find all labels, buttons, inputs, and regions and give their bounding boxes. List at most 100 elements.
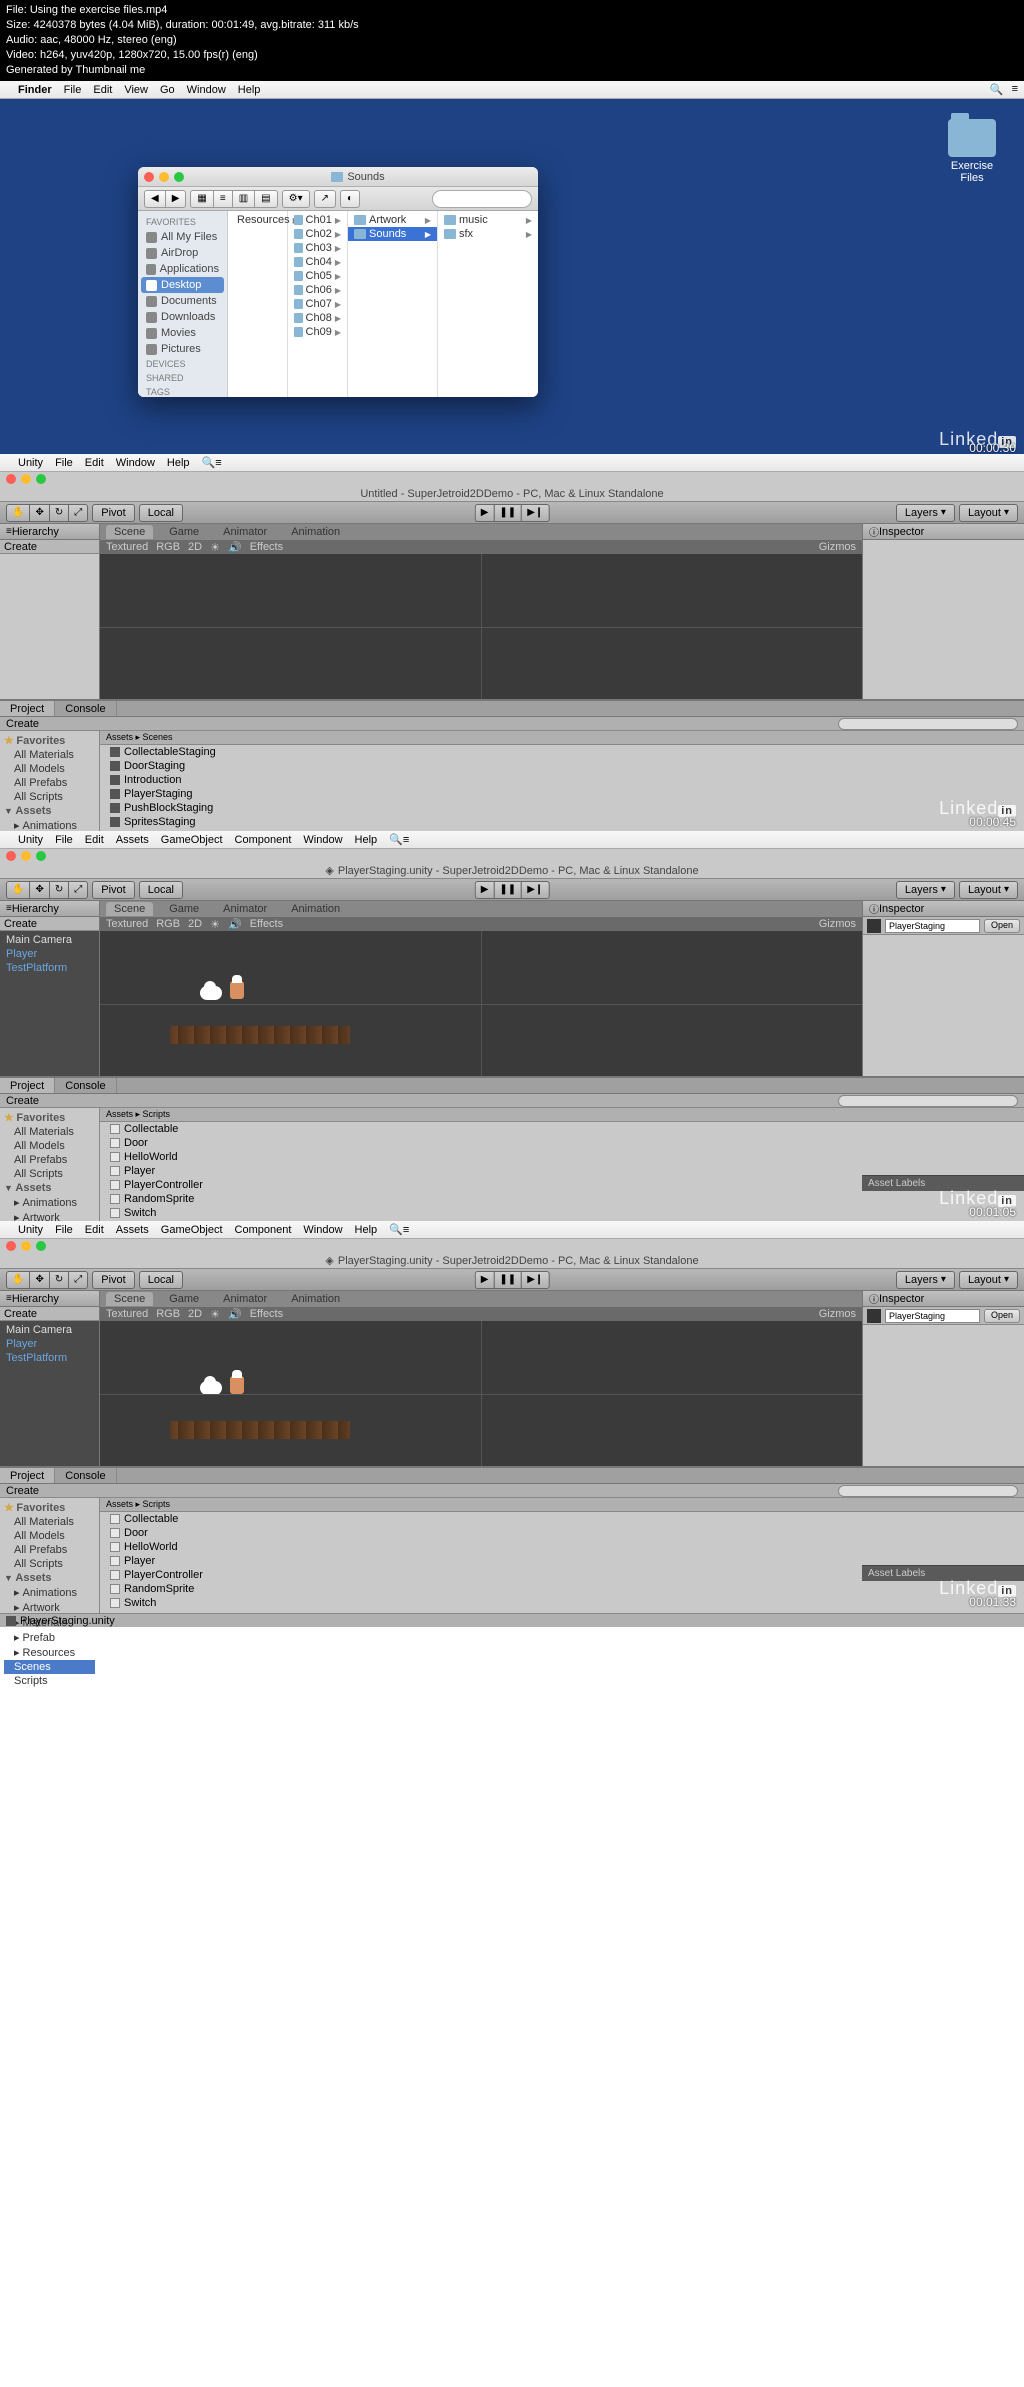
pause-button[interactable]: ❚❚ [493, 881, 521, 899]
move-tool[interactable]: ✥ [29, 504, 48, 522]
asset-folder[interactable]: ▸ Artwork [4, 1600, 95, 1615]
shading-mode[interactable]: Textured [106, 1308, 148, 1320]
breadcrumb[interactable]: Assets ▸ Scripts [100, 1498, 1024, 1512]
close-button[interactable] [6, 1241, 16, 1251]
platform-sprite[interactable] [170, 1421, 350, 1439]
search-icon[interactable]: 🔍 [202, 457, 216, 469]
2d-toggle[interactable]: 2D [188, 541, 202, 553]
app-name[interactable]: Unity [18, 1224, 43, 1236]
menu-go[interactable]: Go [160, 84, 175, 96]
platform-sprite[interactable] [170, 1026, 350, 1044]
fav-item[interactable]: All Materials [4, 748, 95, 762]
effects-dropdown[interactable]: Effects [250, 918, 283, 930]
menu-file[interactable]: File [55, 457, 73, 469]
close-button[interactable] [6, 474, 16, 484]
gizmos-dropdown[interactable]: Gizmos [819, 1308, 856, 1320]
menu-edit[interactable]: Edit [85, 457, 104, 469]
hierarchy-tab[interactable]: ≡ Hierarchy [0, 524, 99, 540]
col-item[interactable]: Ch06▶ [288, 283, 347, 297]
animation-tab[interactable]: Animation [283, 525, 348, 539]
scene-asset[interactable]: DoorStaging [100, 759, 1024, 773]
maximize-button[interactable] [36, 474, 46, 484]
layers-dropdown[interactable]: Layers ▾ [896, 504, 955, 522]
project-tab[interactable]: Project [0, 1468, 55, 1483]
play-button[interactable]: ▶ [475, 1271, 494, 1289]
project-search[interactable] [838, 1095, 1018, 1107]
animator-tab[interactable]: Animator [215, 902, 275, 916]
col-item[interactable]: music▶ [438, 213, 538, 227]
animation-tab[interactable]: Animation [283, 1292, 348, 1306]
view-icon-button[interactable]: ▦ [190, 190, 212, 208]
menu-extras-icon[interactable]: ≡ [1012, 83, 1018, 96]
minimize-button[interactable] [159, 172, 169, 182]
col-item[interactable]: Ch02▶ [288, 227, 347, 241]
hierarchy-tab[interactable]: ≡ Hierarchy [0, 1291, 99, 1307]
inspector-tab[interactable]: ⓘ Inspector [863, 524, 1024, 540]
menu-assets[interactable]: Assets [116, 834, 149, 846]
close-button[interactable] [144, 172, 154, 182]
hierarchy-list[interactable]: Main Camera Player TestPlatform [0, 931, 99, 1076]
pause-button[interactable]: ❚❚ [493, 504, 521, 522]
step-button[interactable]: ▶❙ [521, 504, 549, 522]
view-cover-button[interactable]: ▤ [254, 190, 277, 208]
console-tab[interactable]: Console [55, 701, 116, 716]
create-dropdown[interactable]: Create [6, 1095, 39, 1107]
inspector-name-field[interactable]: PlayerStaging [885, 919, 980, 933]
scene-asset[interactable]: SpritesStaging [100, 815, 1024, 829]
menu-help[interactable]: Help [355, 834, 378, 846]
sidebar-item-desktop[interactable]: Desktop [141, 277, 224, 293]
project-tab[interactable]: Project [0, 701, 55, 716]
sidebar-item-allmyfiles[interactable]: All My Files [138, 229, 227, 245]
col-item[interactable]: Artwork▶ [348, 213, 437, 227]
animator-tab[interactable]: Animator [215, 1292, 275, 1306]
menu-help[interactable]: Help [167, 457, 190, 469]
col-item[interactable]: Ch08▶ [288, 311, 347, 325]
back-button[interactable]: ◀ [144, 190, 165, 208]
scene-asset[interactable]: CollectableStaging [100, 745, 1024, 759]
search-icon[interactable]: 🔍 [990, 83, 1004, 96]
project-search[interactable] [838, 1485, 1018, 1497]
minimize-button[interactable] [21, 1241, 31, 1251]
animator-tab[interactable]: Animator [215, 525, 275, 539]
col-item[interactable]: Resources▶ [228, 213, 287, 227]
search-input[interactable] [432, 190, 532, 208]
tags-button[interactable]: ◐ [340, 190, 360, 208]
asset-folder[interactable]: ▸ Prefab [4, 1630, 95, 1645]
script-asset[interactable]: Door [100, 1526, 1024, 1540]
col-item[interactable]: Ch01▶ [288, 213, 347, 227]
step-button[interactable]: ▶❙ [521, 1271, 549, 1289]
menu-help[interactable]: Help [355, 1224, 378, 1236]
desktop[interactable]: Exercise Files Sounds ◀▶ ▦ ≡ ▥ ▤ ⚙▾ ↗ ◐ [0, 99, 1024, 454]
inspector-tab[interactable]: ⓘ Inspector [863, 901, 1024, 917]
col-item-selected[interactable]: Sounds▶ [348, 227, 437, 241]
move-tool[interactable]: ✥ [29, 881, 48, 899]
game-tab[interactable]: Game [161, 525, 207, 539]
hierarchy-item[interactable]: Main Camera [6, 1323, 93, 1337]
effects-dropdown[interactable]: Effects [250, 1308, 283, 1320]
script-asset[interactable]: Collectable [100, 1122, 1024, 1136]
asset-folder[interactable]: Scripts [4, 1674, 95, 1688]
scene-asset[interactable]: PushBlockStaging [100, 801, 1024, 815]
fav-item[interactable]: All Models [4, 1139, 95, 1153]
menu-assets[interactable]: Assets [116, 1224, 149, 1236]
open-button[interactable]: Open [984, 1309, 1020, 1323]
app-name[interactable]: Unity [18, 834, 43, 846]
layout-dropdown[interactable]: Layout ▾ [959, 1271, 1018, 1289]
scene-viewport[interactable] [100, 931, 862, 1076]
hierarchy-list[interactable] [0, 554, 99, 699]
sidebar-item-applications[interactable]: Applications [138, 261, 227, 277]
render-mode[interactable]: RGB [156, 541, 180, 553]
step-button[interactable]: ▶❙ [521, 881, 549, 899]
search-icon[interactable]: 🔍 [389, 834, 403, 846]
hierarchy-list[interactable]: Main Camera Player TestPlatform [0, 1321, 99, 1466]
app-name[interactable]: Finder [18, 84, 52, 96]
action-button[interactable]: ↗ [314, 190, 336, 208]
app-name[interactable]: Unity [18, 457, 43, 469]
menu-window[interactable]: Window [303, 1224, 342, 1236]
col-item[interactable]: Ch07▶ [288, 297, 347, 311]
shading-mode[interactable]: Textured [106, 918, 148, 930]
menu-extras-icon[interactable]: ≡ [403, 834, 409, 846]
menu-file[interactable]: File [64, 84, 82, 96]
project-search[interactable] [838, 718, 1018, 730]
scene-viewport[interactable] [100, 554, 862, 699]
